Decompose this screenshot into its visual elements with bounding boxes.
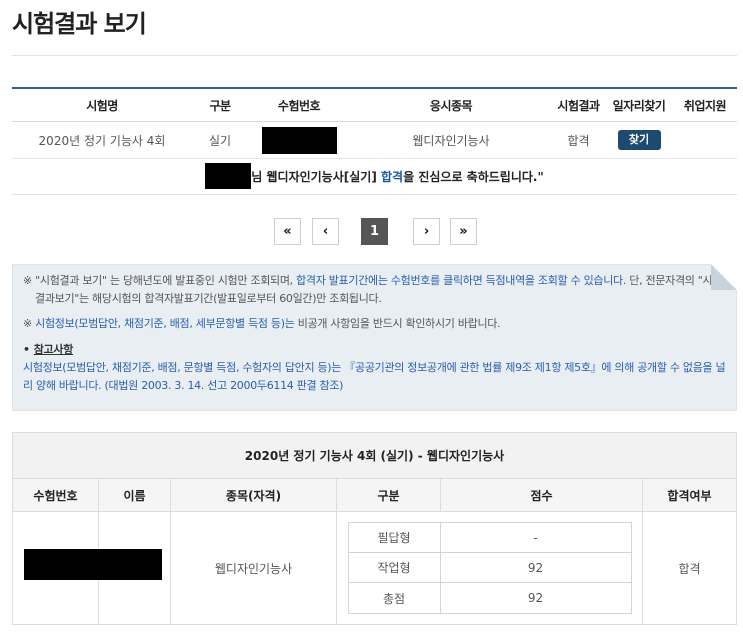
find-job-button[interactable]: 찾기 <box>617 130 661 150</box>
header-subject: 응시종목 <box>429 98 473 113</box>
header-exam-name: 시험명 <box>86 98 118 113</box>
congrats-name-suffix: 님 웹디자인기능사[실기] <box>251 169 377 184</box>
header-pass-status: 합격여부 <box>667 488 712 503</box>
notice-text: ※ "시험결과 보기" 는 당해년도에 발표중인 시험만 조회되며, <box>23 274 297 287</box>
current-page-button[interactable]: 1 <box>361 218 388 245</box>
cell-qualification: 웹디자인기능사 <box>171 512 337 624</box>
cell-result: 합격 <box>567 133 590 148</box>
score-breakdown-table: 필답형 - 작업형 92 총점 92 <box>347 522 632 614</box>
next-page-button[interactable]: › <box>413 218 440 245</box>
folded-corner-icon <box>711 264 737 290</box>
cell-exam-name: 2020년 정기 기능사 4회 <box>38 133 166 148</box>
cell-exam-number[interactable] <box>248 126 350 154</box>
header-exam-number: 수험번호 <box>13 479 99 511</box>
redacted-exam-number[interactable] <box>261 126 337 154</box>
score-detail-table: 2020년 정기 기능사 4회 (실기) - 웹디자인기능사 수험번호 이름 종… <box>12 432 737 625</box>
table-header: 시험명 구분 수험번호 응시종목 시험결과 일자리찾기 취업지원 <box>12 89 737 122</box>
score-value: - <box>533 530 538 545</box>
reference-heading: • 참고사항 <box>23 341 726 359</box>
page-title: 시험결과 보기 <box>12 10 147 38</box>
cell-score-breakdown: 필답형 - 작업형 92 총점 92 <box>337 512 643 624</box>
exam-result-table: 시험명 구분 수험번호 응시종목 시험결과 일자리찾기 취업지원 2020년 정… <box>12 87 737 159</box>
score-header: 수험번호 이름 종목(자격) 구분 점수 합격여부 <box>13 479 736 512</box>
header-exam-number: 수험번호 <box>277 98 321 113</box>
score-value: 92 <box>527 591 544 605</box>
header-employment-support: 취업지원 <box>683 98 727 113</box>
reference-text: 시험정보(모범답안, 채점기준, 배점, 문항별 득점, 수험자의 답안지 등)… <box>23 359 726 395</box>
cell-subject: 웹디자인기능사 <box>412 133 490 148</box>
redacted-exam-number-and-name <box>24 549 162 580</box>
header-type: 구분 <box>209 98 231 113</box>
cell-job-search: 찾기 <box>605 130 673 150</box>
notice-highlight: 합격자 발표기간에는 수험번호를 클릭하면 득점내역을 조회할 수 있습니다. <box>296 274 627 287</box>
table-row: 2020년 정기 기능사 4회 실기 웹디자인기능사 합격 찾기 <box>12 122 737 159</box>
cell-pass-status: 합격 <box>678 561 701 576</box>
header-category: 구분 <box>337 479 441 511</box>
notice-highlight: 시험정보(모범답안, 채점기준, 배점, 세부문항별 득점 등)는 <box>35 317 295 330</box>
table-row: 총점 92 <box>349 583 631 613</box>
first-page-button[interactable]: « <box>274 218 301 245</box>
congratulation-message: 님 웹디자인기능사[실기] 합격 을 진심으로 축하드립니다." <box>12 163 737 195</box>
score-category: 총점 <box>349 583 441 613</box>
table-row: 작업형 92 <box>348 553 631 583</box>
pagination: « ‹ 1 › » <box>274 218 487 245</box>
reference-case: (대법원 2003. 3. 14. 선고 2000두6114 판결 참조) <box>101 379 344 392</box>
congrats-tail: 을 진심으로 축하드립니다." <box>403 169 544 184</box>
header-qualification: 종목(자격) <box>171 479 337 511</box>
notice-box: ※ "시험결과 보기" 는 당해년도에 발표중인 시험만 조회되며, 합격자 발… <box>12 264 737 411</box>
prev-page-button[interactable]: ‹ <box>312 218 339 245</box>
score-value: 92 <box>527 560 544 575</box>
title-divider <box>12 55 737 56</box>
header-score: 점수 <box>441 479 643 511</box>
notice-text: 비공개 사항임을 반드시 확인하시기 바랍니다. <box>294 317 501 330</box>
table-row: 필답형 - <box>348 523 631 553</box>
bullet-icon: • <box>23 343 30 356</box>
score-category: 필답형 <box>349 523 441 552</box>
notice-line-2: ※ 시험정보(모범답안, 채점기준, 배점, 세부문항별 득점 등)는 비공개 … <box>23 315 726 333</box>
header-result: 시험결과 <box>557 98 600 113</box>
redacted-name <box>205 163 252 189</box>
score-title: 2020년 정기 기능사 4회 (실기) - 웹디자인기능사 <box>13 433 736 479</box>
header-name: 이름 <box>99 479 171 511</box>
reference-title: 참고사항 <box>33 343 74 356</box>
congrats-pass: 합격 <box>381 169 404 184</box>
cell-type: 실기 <box>208 133 232 148</box>
score-category: 작업형 <box>349 553 441 582</box>
notice-line-1: ※ "시험결과 보기" 는 당해년도에 발표중인 시험만 조회되며, 합격자 발… <box>23 272 726 308</box>
last-page-button[interactable]: » <box>450 218 477 245</box>
header-job-search: 일자리찾기 <box>612 98 666 113</box>
notice-text: ※ <box>23 317 36 330</box>
